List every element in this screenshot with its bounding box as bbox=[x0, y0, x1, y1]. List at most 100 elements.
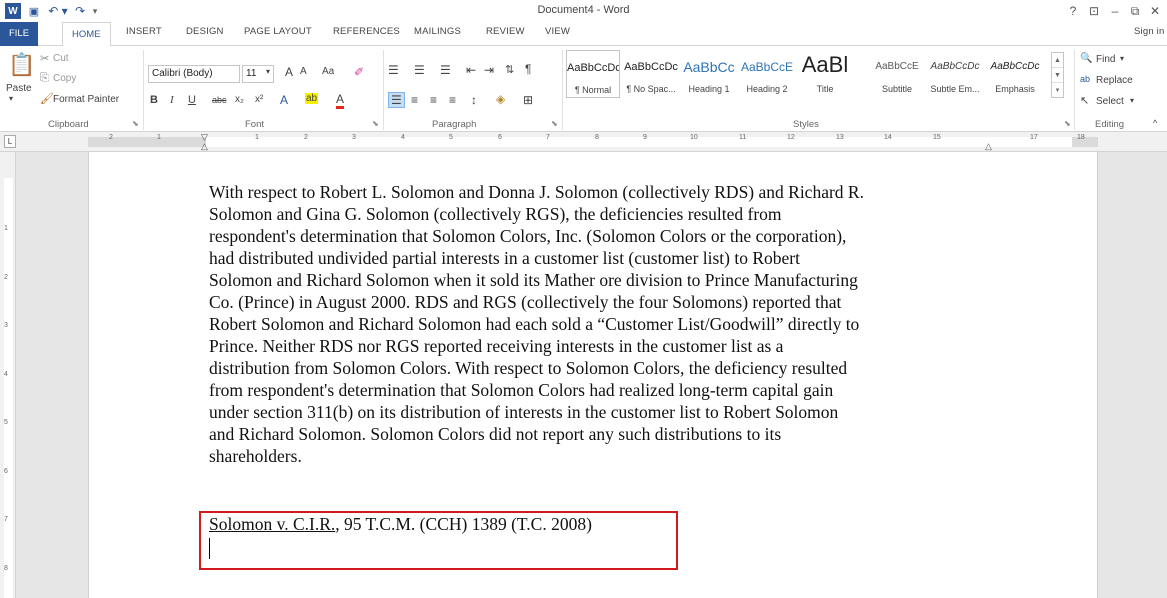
font-color-button[interactable]: A bbox=[336, 92, 345, 109]
right-indent-marker[interactable]: △ bbox=[985, 142, 992, 151]
format-painter-icon[interactable]: 🖌 bbox=[40, 92, 54, 105]
increase-indent-icon[interactable]: ⇥ bbox=[484, 63, 494, 77]
copy-button[interactable]: Copy bbox=[53, 73, 76, 84]
ruler-tick: 1 bbox=[255, 134, 259, 141]
tab-selector-icon[interactable]: L bbox=[4, 135, 16, 148]
ribbon-display-options-icon[interactable]: ⊡ bbox=[1085, 2, 1103, 20]
style-subtitle[interactable]: AaBbCcE Subtitle bbox=[870, 50, 924, 98]
ruler-tick: 10 bbox=[690, 134, 698, 141]
justify-icon[interactable]: ≡ bbox=[449, 93, 456, 107]
paste-button[interactable]: Paste bbox=[6, 83, 32, 94]
ruler-left-margin bbox=[88, 137, 206, 147]
style-heading-1[interactable]: AaBbCc Heading 1 bbox=[682, 50, 736, 98]
text-effects-button[interactable]: A bbox=[280, 93, 288, 107]
clear-formatting-icon[interactable]: ✐ bbox=[354, 65, 364, 79]
replace-icon[interactable]: ab bbox=[1080, 74, 1090, 84]
ruler-track bbox=[4, 178, 13, 598]
align-left-icon[interactable]: ☰ bbox=[388, 92, 405, 108]
document-page[interactable]: With respect to Robert L. Solomon and Do… bbox=[88, 152, 1098, 598]
sign-in-link[interactable]: Sign in bbox=[1134, 26, 1164, 37]
numbering-icon[interactable]: ☰ bbox=[414, 63, 425, 77]
tab-review[interactable]: REVIEW bbox=[486, 26, 525, 37]
font-launcher-icon[interactable]: ⬊ bbox=[372, 119, 379, 128]
tab-insert[interactable]: INSERT bbox=[126, 26, 162, 37]
style-title[interactable]: AaBl Title bbox=[798, 50, 852, 98]
tab-home[interactable]: HOME bbox=[62, 22, 111, 47]
replace-button[interactable]: Replace bbox=[1096, 75, 1133, 86]
citation-highlight-box bbox=[199, 511, 678, 570]
copy-icon[interactable]: ⎘ bbox=[40, 72, 49, 85]
ruler-tick: 9 bbox=[643, 134, 647, 141]
tab-mailings[interactable]: MAILINGS bbox=[414, 26, 461, 37]
paste-icon[interactable]: 📋 bbox=[8, 52, 35, 78]
style-normal[interactable]: AaBbCcDc ¶ Normal bbox=[566, 50, 620, 98]
clipboard-launcher-icon[interactable]: ⬊ bbox=[132, 119, 139, 128]
tab-view[interactable]: VIEW bbox=[545, 26, 570, 37]
tab-design[interactable]: DESIGN bbox=[186, 26, 224, 37]
style-name: Subtle Em... bbox=[930, 84, 980, 94]
bold-button[interactable]: B bbox=[150, 94, 158, 106]
chevron-up-icon[interactable]: ▲ bbox=[1052, 53, 1063, 68]
change-case-button[interactable]: Aa bbox=[322, 66, 334, 77]
superscript-button[interactable]: x² bbox=[255, 94, 263, 105]
tab-file[interactable]: FILE bbox=[0, 22, 38, 46]
vertical-ruler[interactable]: 1 2 3 4 5 6 7 8 bbox=[0, 152, 16, 598]
ruler-tick: 1 bbox=[4, 225, 8, 232]
styles-gallery-scroll[interactable]: ▲ ▼ ▾ bbox=[1051, 52, 1064, 98]
collapse-ribbon-icon[interactable]: ^ bbox=[1153, 118, 1157, 128]
style-heading-2[interactable]: AaBbCcE Heading 2 bbox=[740, 50, 794, 98]
cut-button[interactable]: Cut bbox=[53, 53, 69, 64]
subscript-button[interactable]: x₂ bbox=[235, 94, 244, 105]
vertical-scrollbar[interactable] bbox=[1152, 152, 1167, 598]
shrink-font-button[interactable]: A bbox=[300, 66, 307, 77]
select-button[interactable]: Select bbox=[1096, 96, 1124, 107]
style-subtle-emphasis[interactable]: AaBbCcDc Subtle Em... bbox=[928, 50, 982, 98]
font-size-dropdown-icon[interactable]: ▾ bbox=[266, 67, 270, 76]
horizontal-ruler[interactable]: L 2 1 1 2 3 4 5 6 7 8 9 10 11 12 13 14 1… bbox=[0, 132, 1167, 152]
ruler-tick: 5 bbox=[4, 419, 8, 426]
cut-icon[interactable]: ✂ bbox=[40, 52, 49, 65]
minimize-button[interactable]: – bbox=[1106, 2, 1124, 20]
ruler-tick: 15 bbox=[933, 134, 941, 141]
style-emphasis[interactable]: AaBbCcDc Emphasis bbox=[988, 50, 1042, 98]
sort-icon[interactable]: ⇅ bbox=[505, 63, 514, 76]
borders-icon[interactable]: ⊞ bbox=[523, 93, 533, 107]
paragraph-launcher-icon[interactable]: ⬊ bbox=[551, 119, 558, 128]
style-no-spacing[interactable]: AaBbCcDc ¶ No Spac... bbox=[624, 50, 678, 98]
help-button[interactable]: ? bbox=[1064, 2, 1082, 20]
styles-launcher-icon[interactable]: ⬊ bbox=[1064, 119, 1071, 128]
underline-button[interactable]: U bbox=[188, 94, 196, 106]
select-icon[interactable]: ↖ bbox=[1080, 94, 1089, 107]
italic-button[interactable]: I bbox=[170, 94, 174, 106]
highlight-color-button[interactable]: ab bbox=[305, 93, 319, 104]
document-body[interactable]: With respect to Robert L. Solomon and Do… bbox=[209, 181, 979, 467]
line-spacing-icon[interactable]: ↕ bbox=[471, 93, 477, 107]
find-dropdown-icon[interactable]: ▾ bbox=[1120, 54, 1124, 63]
more-styles-icon[interactable]: ▾ bbox=[1052, 83, 1063, 98]
font-family-select[interactable]: Calibri (Body) bbox=[148, 65, 240, 83]
show-formatting-marks-icon[interactable]: ¶ bbox=[525, 62, 531, 76]
format-painter-button[interactable]: Format Painter bbox=[53, 94, 119, 105]
strikethrough-button[interactable]: abc bbox=[212, 95, 227, 105]
chevron-down-icon[interactable]: ▼ bbox=[1052, 68, 1063, 83]
paste-dropdown-icon[interactable]: ▾ bbox=[9, 94, 13, 103]
find-button[interactable]: Find bbox=[1096, 54, 1115, 65]
close-button[interactable]: ✕ bbox=[1146, 2, 1164, 20]
font-group-label: Font bbox=[245, 119, 265, 130]
text-line: respondent's determination that Solomon … bbox=[209, 226, 847, 246]
decrease-indent-icon[interactable]: ⇤ bbox=[466, 63, 476, 77]
align-center-icon[interactable]: ≡ bbox=[411, 93, 418, 107]
bullets-icon[interactable]: ☰ bbox=[388, 63, 399, 77]
select-dropdown-icon[interactable]: ▾ bbox=[1130, 96, 1134, 105]
ruler-tick: 2 bbox=[109, 134, 113, 141]
find-icon[interactable]: 🔍 bbox=[1080, 53, 1092, 64]
multilevel-list-icon[interactable]: ☰ bbox=[440, 63, 451, 77]
tab-references[interactable]: REFERENCES bbox=[333, 26, 400, 37]
ruler-tick: 13 bbox=[836, 134, 844, 141]
tab-page-layout[interactable]: PAGE LAYOUT bbox=[244, 26, 312, 37]
restore-button[interactable]: ⧉ bbox=[1126, 2, 1144, 20]
align-right-icon[interactable]: ≡ bbox=[430, 93, 437, 107]
grow-font-button[interactable]: A bbox=[285, 65, 293, 79]
shading-icon[interactable]: ◈ bbox=[496, 92, 505, 106]
hanging-indent-marker[interactable]: △ bbox=[201, 142, 208, 151]
